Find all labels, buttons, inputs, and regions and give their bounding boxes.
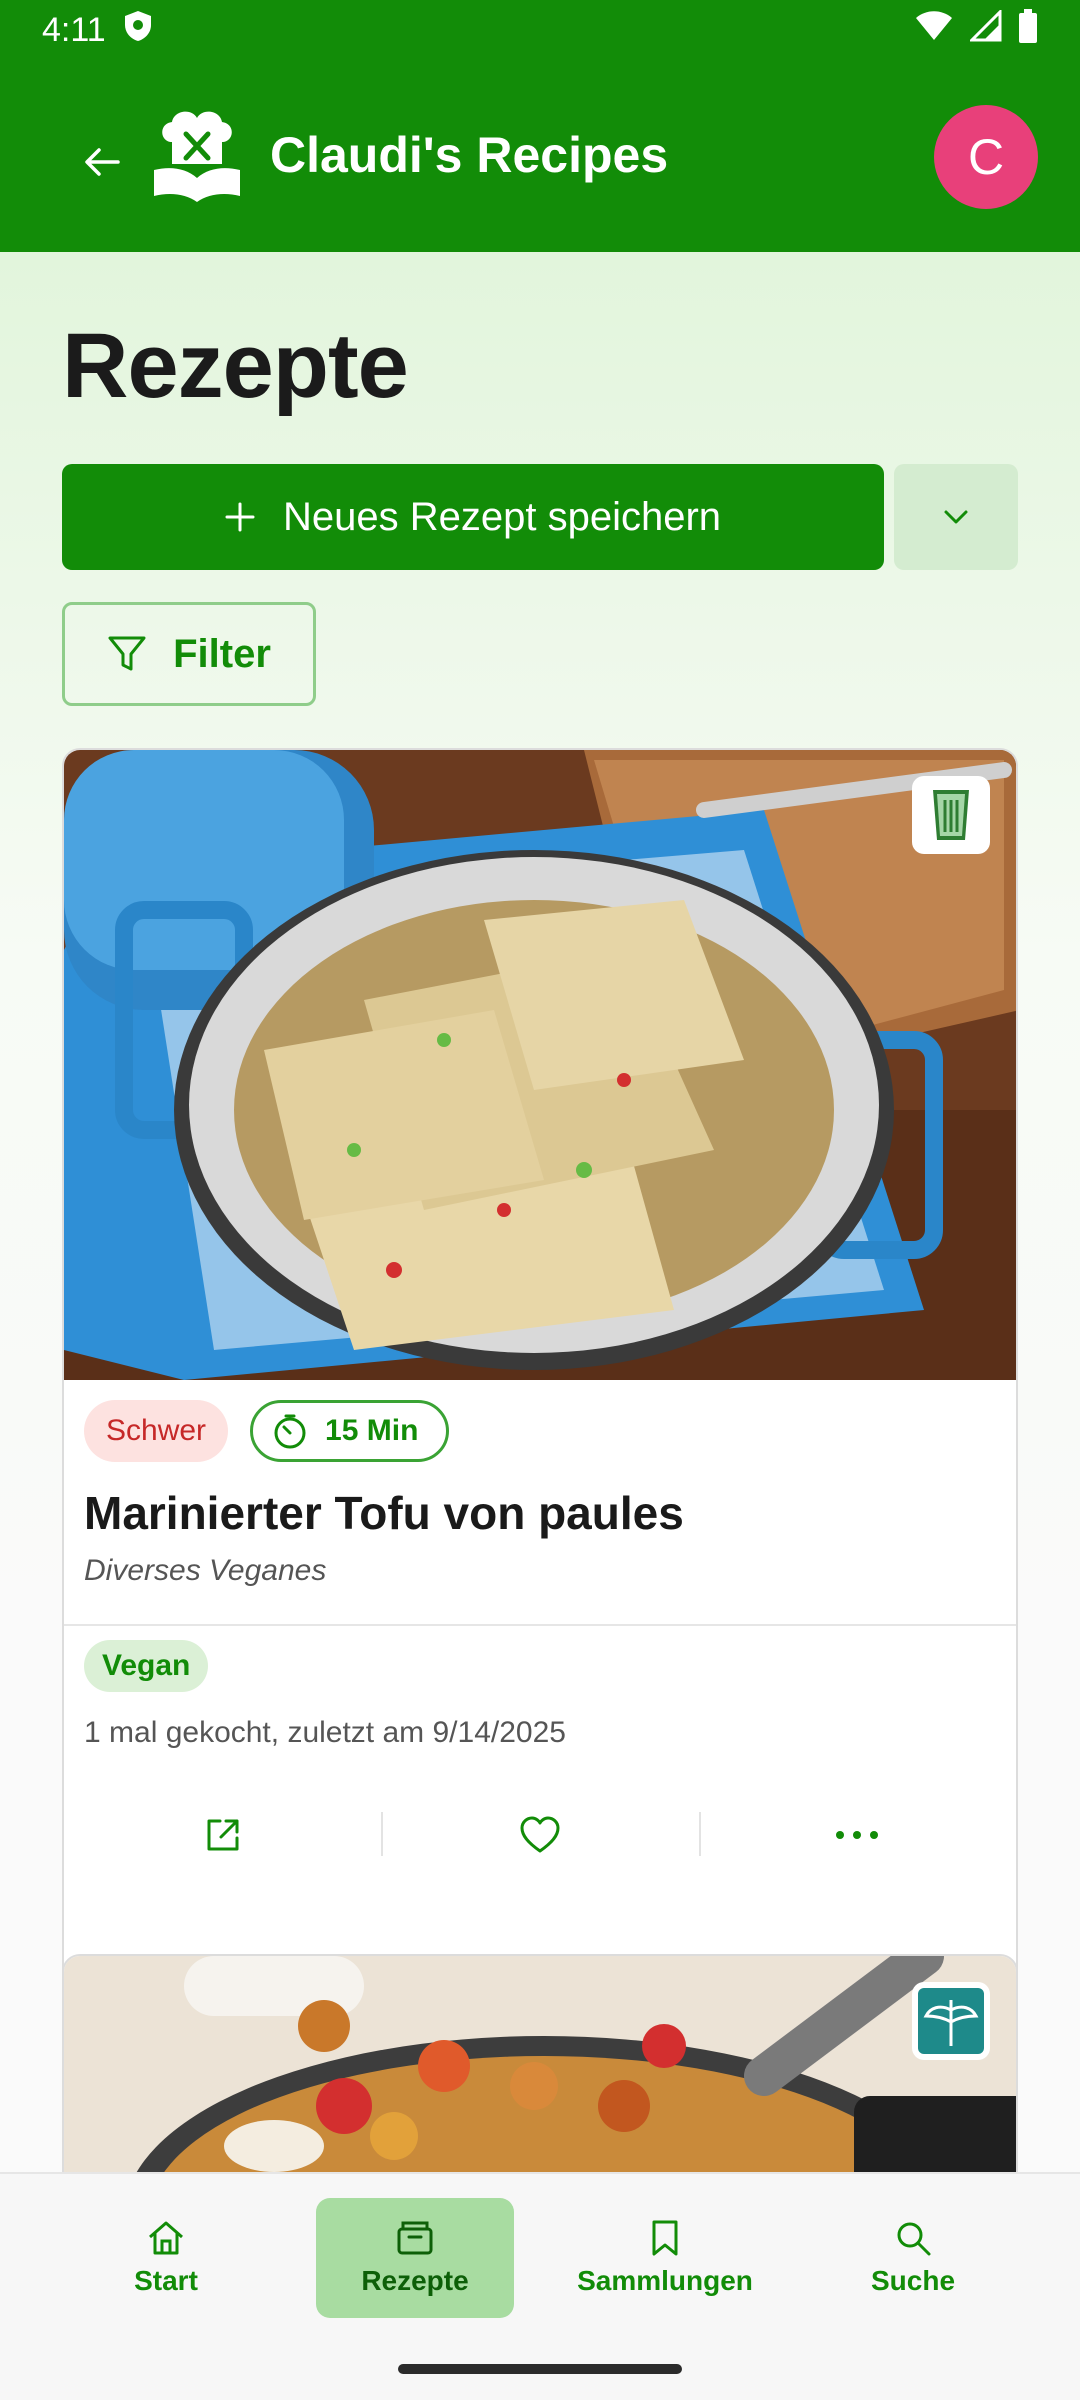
page-title: Rezepte: [62, 315, 409, 417]
arrow-left-icon: [85, 148, 120, 176]
heart-icon: [520, 1816, 560, 1853]
more-button[interactable]: [698, 1794, 1016, 1876]
nav-sammlungen[interactable]: Sammlungen: [566, 2198, 764, 2318]
recipe-category: Diverses Veganes: [84, 1554, 327, 1587]
status-bar: 4:11: [0, 0, 1080, 60]
filter-button[interactable]: Filter: [62, 602, 316, 706]
new-recipe-dropdown-button[interactable]: [894, 464, 1018, 570]
recipe-chips: Schwer 15 Min: [84, 1400, 450, 1462]
time-badge: 15 Min: [250, 1400, 450, 1462]
favorite-button[interactable]: [381, 1794, 698, 1876]
nav-label: Sammlungen: [577, 2265, 753, 2296]
app-title: Claudi's Recipes: [270, 127, 669, 183]
source-badge: [912, 1982, 990, 2060]
filter-label: Filter: [173, 631, 271, 676]
shield-icon: [124, 10, 152, 51]
difficulty-badge: Schwer: [84, 1400, 229, 1462]
recipe-image[interactable]: [64, 750, 1016, 1380]
chefs-hat-icon: [933, 790, 969, 840]
search-icon: [897, 2222, 931, 2256]
open-external-button[interactable]: [64, 1794, 381, 1876]
main-content: Rezepte Neues Rezept speichern Filter Sc…: [0, 252, 1080, 2172]
filter-icon: [108, 636, 146, 671]
nav-label: Start: [134, 2265, 198, 2296]
chef-book-icon: [152, 108, 242, 204]
more-horizontal-icon: [836, 1831, 879, 1839]
recipe-box-icon: [397, 2221, 433, 2255]
chevron-down-icon: [944, 510, 968, 524]
sanctuary-icon: [918, 1988, 984, 2054]
recipe-card[interactable]: [62, 1954, 1018, 2172]
nav-start[interactable]: Start: [67, 2198, 265, 2318]
nav-suche[interactable]: Suche: [814, 2198, 1012, 2318]
nav-rezepte[interactable]: Rezepte: [316, 2198, 514, 2318]
nav-label: Suche: [870, 2265, 956, 2296]
back-button[interactable]: [72, 132, 132, 192]
signal-icon: [968, 7, 1002, 51]
timer-icon: [274, 1414, 306, 1449]
new-recipe-label: Neues Rezept speichern: [282, 494, 722, 539]
new-recipe-button[interactable]: Neues Rezept speichern: [62, 464, 884, 570]
card-actions: [64, 1794, 1016, 1876]
avatar[interactable]: C: [934, 105, 1038, 209]
recipe-title[interactable]: Marinierter Tofu von paules: [84, 1486, 684, 1540]
nav-label: Rezepte: [361, 2265, 469, 2296]
battery-icon: [1018, 8, 1038, 52]
bookmark-icon: [652, 2220, 678, 2256]
app-bar: Claudi's Recipes C: [0, 60, 1080, 252]
card-divider: [64, 1624, 1016, 1626]
home-icon: [149, 2221, 183, 2255]
tag-chip: Vegan: [84, 1640, 209, 1692]
wifi-icon: [914, 10, 954, 51]
source-badge: [912, 776, 990, 854]
cooked-info: 1 mal gekocht, zuletzt am 9/14/2025: [84, 1716, 566, 1749]
plus-icon: [225, 502, 255, 532]
time-label: 15 Min: [325, 1414, 419, 1447]
external-link-icon: [207, 1819, 239, 1851]
status-time: 4:11: [42, 10, 106, 49]
home-indicator[interactable]: [398, 2364, 682, 2374]
recipe-image[interactable]: [64, 1956, 1016, 2172]
